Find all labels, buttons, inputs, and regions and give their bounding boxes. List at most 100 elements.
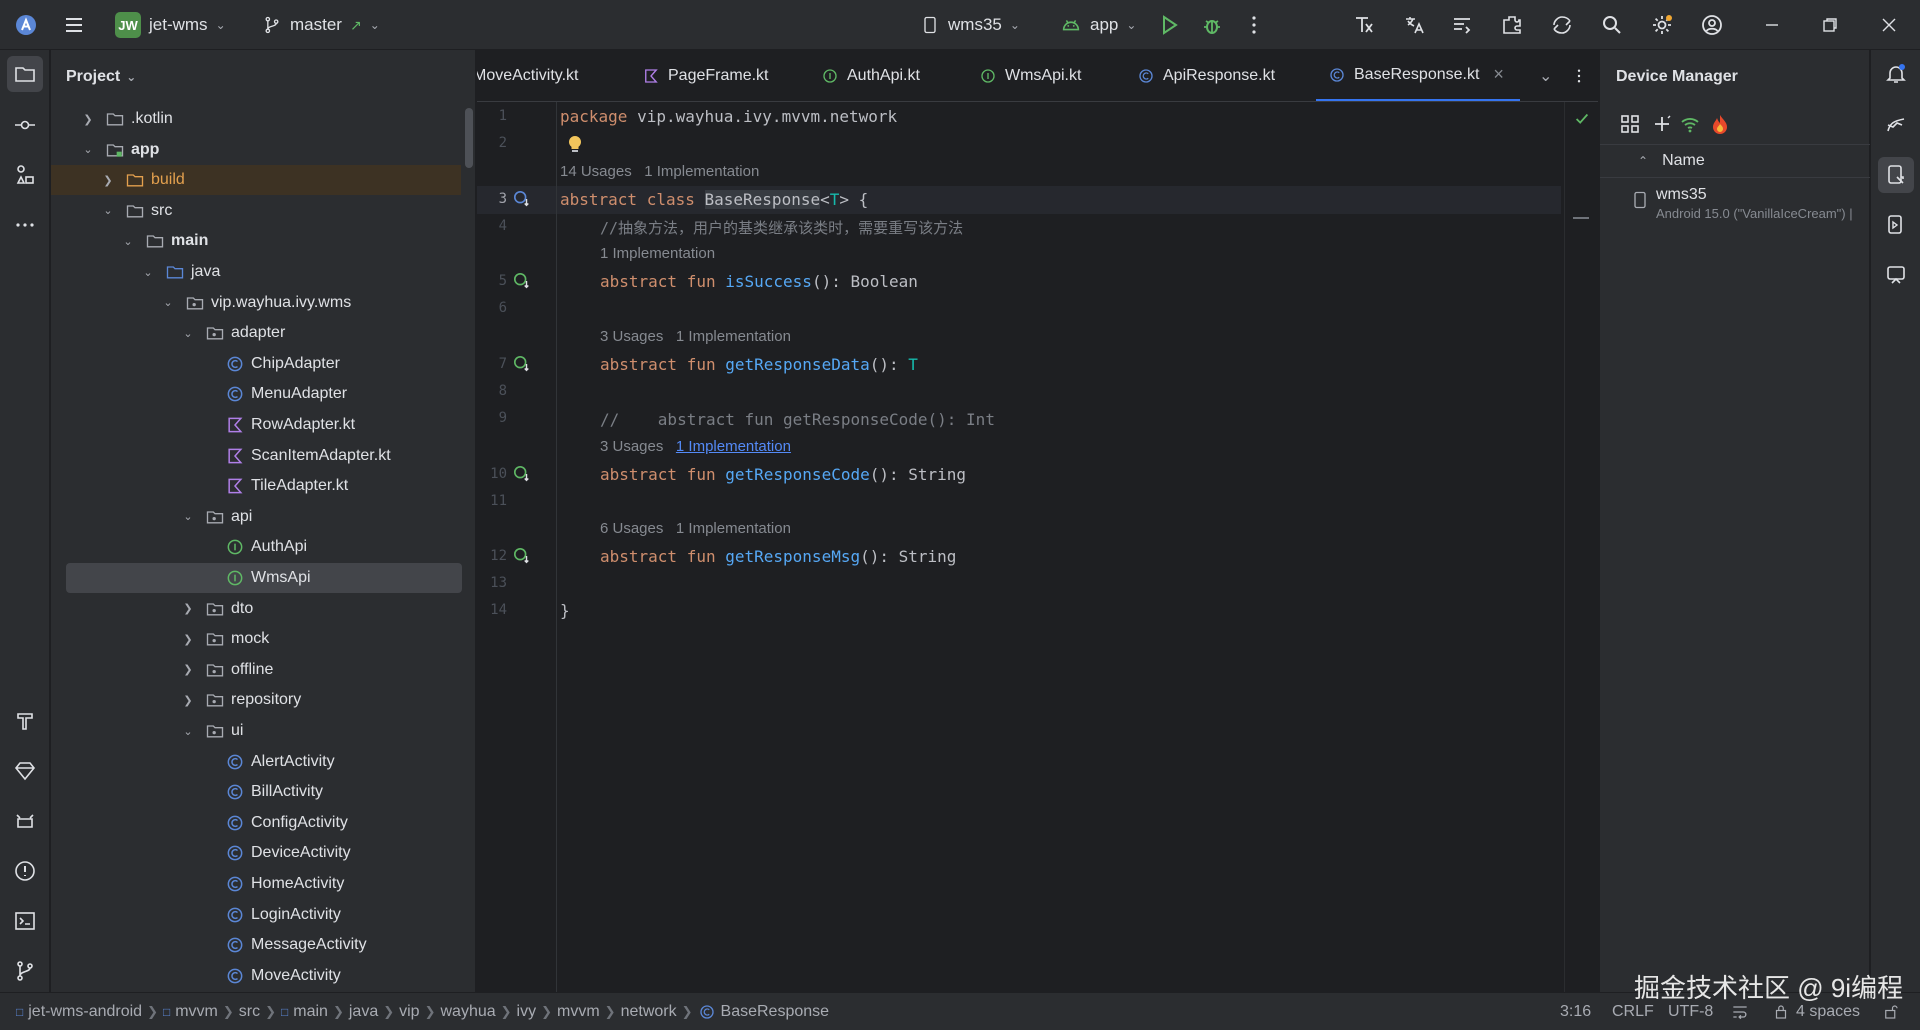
main-menu-icon[interactable] (60, 11, 88, 39)
breadcrumb-item[interactable]: java (349, 1003, 378, 1021)
account-icon[interactable] (1698, 11, 1726, 39)
plugin-icon[interactable] (1498, 11, 1526, 39)
tree-item-adapter[interactable]: ⌄ adapter (51, 318, 461, 348)
tree-item-dto[interactable]: ❯ dto (51, 594, 461, 624)
tree-item-main[interactable]: ⌄ main (51, 226, 461, 256)
tree-item-app[interactable]: ⌄ app (51, 135, 461, 165)
branch-switcher[interactable]: master ↗ ⌄ (262, 0, 380, 50)
tree-item-alertactivity[interactable]: AlertActivity (51, 747, 461, 777)
tree-item-menuadapter[interactable]: MenuAdapter (51, 379, 461, 409)
device-grid-icon[interactable] (1618, 112, 1642, 136)
editor-scrollbar[interactable] (1564, 102, 1598, 992)
sync-icon[interactable] (1548, 11, 1576, 39)
scrollbar[interactable] (465, 108, 473, 168)
breadcrumb-item[interactable]: jet-wms-android (28, 1003, 142, 1021)
tree-item-deviceactivity[interactable]: DeviceActivity (51, 838, 461, 868)
more-tools-icon[interactable] (7, 207, 43, 243)
app-quality-insights-icon[interactable] (1878, 107, 1914, 143)
breadcrumb-item[interactable]: mvvm (175, 1003, 218, 1021)
implementation-hint[interactable]: 1 Implementation (676, 328, 791, 345)
tree-item-src[interactable]: ⌄ src (51, 196, 461, 226)
usages-hint[interactable]: 6 Usages (600, 520, 663, 537)
breadcrumb-item[interactable]: main (293, 1003, 328, 1021)
version-control-tool-icon[interactable] (7, 953, 43, 989)
no-problems-check-icon[interactable] (1573, 110, 1591, 128)
translate-icon[interactable] (1400, 11, 1428, 39)
tree-item-billactivity[interactable]: BillActivity (51, 777, 461, 807)
tab-baseresponse[interactable]: BaseResponse.kt × (1316, 50, 1520, 101)
tree-item-moveactivity[interactable]: MoveActivity (51, 961, 461, 991)
close-tab-icon[interactable]: × (1493, 64, 1504, 85)
tree-item-authapi[interactable]: AuthApi (51, 532, 461, 562)
implemented-gutter-icon[interactable] (513, 190, 531, 208)
tab-authapi[interactable]: AuthApi.kt (821, 50, 920, 101)
problems-tool-icon[interactable] (7, 853, 43, 889)
implementation-hint[interactable]: 1 Implementation (644, 163, 759, 180)
column-name-header[interactable]: Name (1662, 152, 1705, 170)
more-actions-icon[interactable] (1240, 11, 1268, 39)
expand-chevron-icon[interactable]: ⌄ (101, 204, 115, 217)
settings-icon[interactable] (1648, 11, 1676, 39)
android-studio-logo-icon[interactable] (12, 11, 40, 39)
tree-item-chipadapter[interactable]: ChipAdapter (51, 349, 461, 379)
lightbulb-icon[interactable] (566, 134, 584, 154)
device-mirroring-icon[interactable] (1878, 257, 1914, 293)
collapse-chevron-icon[interactable]: ❯ (181, 602, 195, 615)
search-icon[interactable] (1598, 11, 1626, 39)
expand-chevron-icon[interactable]: ⌄ (161, 296, 175, 309)
breadcrumb-item[interactable]: network (621, 1003, 677, 1021)
run-config-selector[interactable]: app ⌄ (1060, 0, 1136, 50)
usages-hint[interactable]: 3 Usages (600, 438, 663, 455)
implemented-gutter-icon[interactable] (513, 272, 531, 290)
tree-item-build[interactable]: ❯ build (51, 165, 461, 196)
running-devices-icon[interactable] (1878, 207, 1914, 243)
tab-moveactivity[interactable]: MoveActivity.kt (477, 50, 579, 101)
tree-item-repository[interactable]: ❯ repository (51, 685, 461, 715)
collapse-chevron-icon[interactable]: ❯ (81, 113, 95, 126)
expand-chevron-icon[interactable]: ⌄ (181, 725, 195, 738)
breadcrumb-item[interactable]: src (239, 1003, 260, 1021)
firebase-icon[interactable] (1708, 112, 1732, 136)
implementation-hint[interactable]: 1 Implementation (600, 245, 715, 262)
usages-hint[interactable]: 3 Usages (600, 328, 663, 345)
tree-item-scanitemadapter-kt[interactable]: ScanItemAdapter.kt (51, 441, 461, 471)
tab-apiresponse[interactable]: ApiResponse.kt (1137, 50, 1275, 101)
tree-item-mock[interactable]: ❯ mock (51, 624, 461, 654)
collapse-chevron-icon[interactable]: ❯ (181, 633, 195, 646)
caret-position[interactable]: 3:16 (1560, 993, 1591, 1030)
collapse-chevron-icon[interactable]: ❯ (181, 694, 195, 707)
collapse-chevron-icon[interactable]: ❯ (181, 663, 195, 676)
commit-list-icon[interactable] (1448, 11, 1476, 39)
add-device-icon[interactable] (1650, 112, 1674, 136)
tree-item-api[interactable]: ⌄ api (51, 502, 461, 532)
device-row[interactable]: wms35 Android 15.0 ("VanillaIceCream") | (1630, 186, 1870, 221)
wifi-pairing-icon[interactable] (1678, 112, 1702, 136)
usages-hint[interactable]: 14 Usages (560, 163, 632, 180)
notifications-icon[interactable] (1878, 56, 1914, 92)
tree-item-vip-wayhua-ivy-wms[interactable]: ⌄ vip.wayhua.ivy.wms (51, 288, 461, 318)
device-selector[interactable]: wms35 ⌄ (920, 0, 1020, 50)
breadcrumb-item[interactable]: vip (399, 1003, 419, 1021)
implementation-hint[interactable]: 1 Implementation (676, 520, 791, 537)
terminal-tool-icon[interactable] (7, 903, 43, 939)
structure-tool-icon[interactable] (7, 157, 43, 193)
logcat-tool-icon[interactable] (7, 803, 43, 839)
breadcrumb-item[interactable]: ivy (517, 1003, 537, 1021)
run-icon[interactable] (1155, 11, 1183, 39)
tree-item-offline[interactable]: ❯ offline (51, 655, 461, 685)
tree-item-messageactivity[interactable]: MessageActivity (51, 930, 461, 960)
device-manager-tool-icon[interactable] (1878, 157, 1914, 193)
tree-item-tileadapter-kt[interactable]: TileAdapter.kt (51, 471, 461, 501)
build-tool-icon[interactable] (7, 703, 43, 739)
profiler-icon[interactable] (1350, 11, 1378, 39)
tree-item-configactivity[interactable]: ConfigActivity (51, 808, 461, 838)
close-window-icon[interactable] (1875, 11, 1903, 39)
tree-item-homeactivity[interactable]: HomeActivity (51, 869, 461, 899)
project-switcher[interactable]: JW jet-wms ⌄ (115, 0, 226, 50)
implemented-gutter-icon[interactable] (513, 355, 531, 373)
minimize-icon[interactable] (1758, 11, 1786, 39)
expand-chevron-icon[interactable]: ⌄ (141, 266, 155, 279)
tree-item-wmsapi[interactable]: WmsApi (66, 563, 462, 593)
implemented-gutter-icon[interactable] (513, 547, 531, 565)
implementation-hint[interactable]: 1 Implementation (676, 438, 791, 455)
